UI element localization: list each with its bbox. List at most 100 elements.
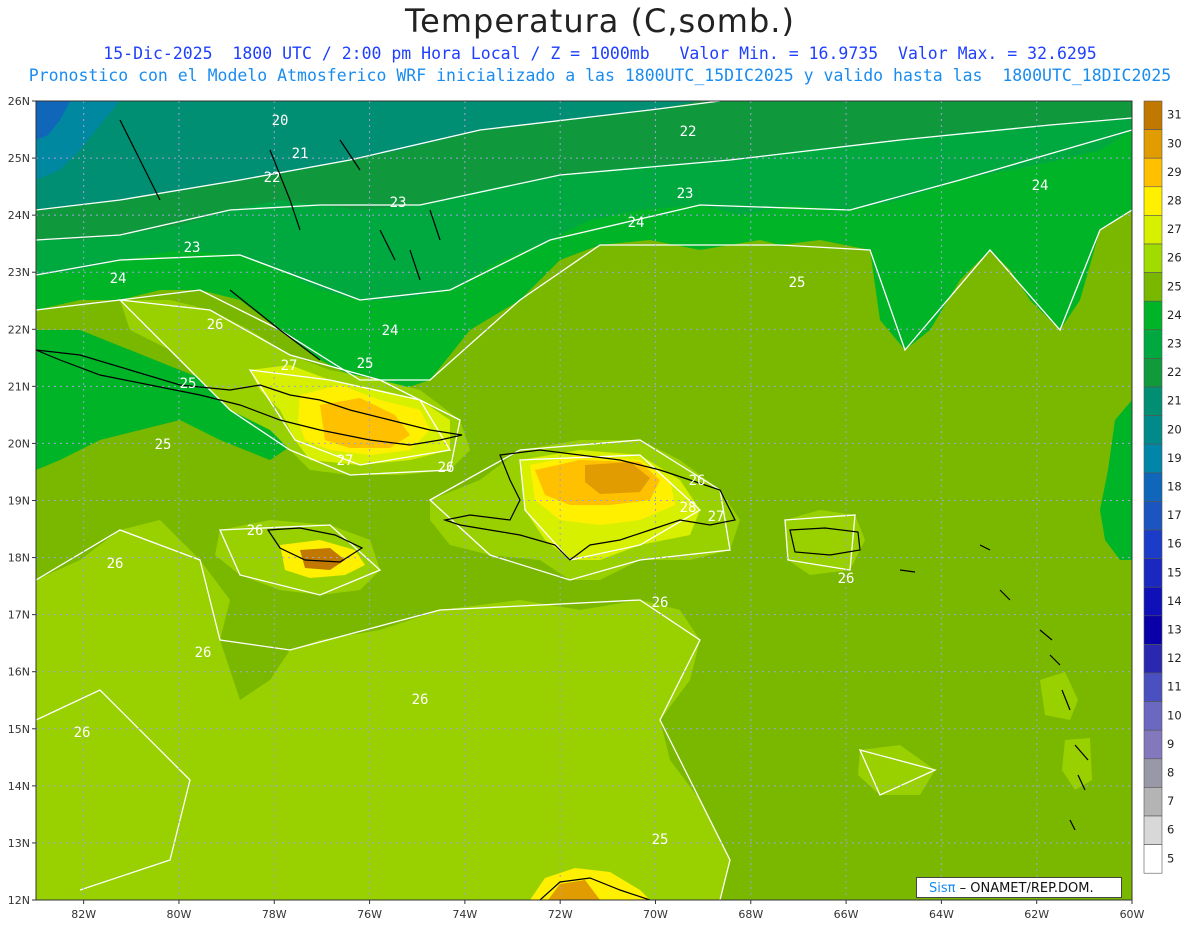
colorbar-swatch-5 (1143, 844, 1163, 874)
lat-label-25N: 25N (8, 152, 30, 165)
colorbar-label-13: 13 (1167, 623, 1182, 637)
colorbar-label-24: 24 (1167, 308, 1182, 322)
colorbar-swatch-14 (1143, 586, 1163, 617)
lat-label-12N: 12N (8, 894, 30, 907)
colorbar-swatch-9 (1143, 729, 1163, 760)
colorbar-swatch-21 (1143, 386, 1163, 416)
lat-label-21N: 21N (8, 380, 30, 393)
lon-label-60W: 60W (1120, 908, 1145, 921)
contour-label: 23 (390, 195, 407, 211)
colorbar-swatch-18 (1143, 472, 1163, 502)
latitude-axis: 26N 25N 24N 23N 22N 21N 20N 19N 18N 17N 16N 15N 14N 1… (8, 95, 36, 907)
lat-label-22N: 22N (8, 323, 30, 336)
contour-label: 25 (357, 356, 374, 372)
contour-label: 24 (382, 323, 399, 339)
contour-label: 25 (155, 437, 172, 453)
colorbar-label-30: 30 (1167, 136, 1182, 150)
contour-label: 27 (281, 358, 298, 374)
lon-label-70W: 70W (643, 908, 668, 921)
lon-label-72W: 72W (548, 908, 573, 921)
colorbar-label-16: 16 (1167, 537, 1182, 551)
lat-label-26N: 26N (8, 95, 30, 108)
colorbar-label-18: 18 (1167, 480, 1182, 494)
contour-label: 24 (1032, 178, 1049, 194)
contour-label: 23 (184, 240, 201, 256)
contour-label: 26 (207, 317, 224, 333)
longitude-axis: 82W 80W 78W 76W 74W 72W 70W 68W 66W 64W 62W 60W (71, 900, 1145, 921)
colorbar-label-31: 31 (1167, 108, 1182, 122)
contour-label: 25 (180, 376, 197, 392)
colorbar-label-28: 28 (1167, 194, 1182, 208)
lat-label-13N: 13N (8, 837, 30, 850)
colorbar-label-14: 14 (1167, 594, 1182, 608)
colorbar-swatch-11 (1143, 672, 1163, 702)
lat-label-18N: 18N (8, 552, 30, 565)
colorbar-swatch-13 (1143, 615, 1163, 645)
credit-logo: Sisπ – ONAMET/REP.DOM. (916, 877, 1122, 898)
colorbar-swatch-16 (1143, 529, 1163, 559)
credit-onamet: – ONAMET/REP.DOM. (959, 881, 1094, 896)
colorbar-swatch-30 (1143, 129, 1163, 159)
colorbar-label-27: 27 (1167, 222, 1182, 236)
contour-label: 21 (292, 146, 309, 162)
contour-label: 22 (680, 124, 697, 140)
temperature-map: 26N 25N 24N 23N 22N 21N 20N 19N 18N 17N 16N 15N 14N 1… (8, 95, 1182, 921)
lon-label-76W: 76W (357, 908, 382, 921)
contour-label: 24 (628, 215, 645, 231)
credit-sis: Sis (929, 881, 948, 896)
colorbar-swatch-27 (1143, 215, 1163, 245)
contour-label: 26 (107, 556, 124, 572)
colorbar-swatch-8 (1143, 758, 1163, 788)
lat-label-17N: 17N (8, 609, 30, 622)
contour-label: 26 (838, 571, 855, 587)
contour-label: 25 (789, 275, 806, 291)
colorbar-label-12: 12 (1167, 651, 1182, 665)
colorbar-swatch-29 (1143, 157, 1163, 188)
colorbar-label-6: 6 (1167, 823, 1174, 837)
colorbar-label-17: 17 (1167, 508, 1182, 522)
colorbar-swatch-7 (1143, 787, 1163, 817)
colorbar-label-7: 7 (1167, 794, 1174, 808)
lat-label-19N: 19N (8, 495, 30, 508)
colorbar-swatch-25 (1143, 272, 1163, 302)
colorbar-label-20: 20 (1167, 422, 1182, 436)
colorbar-swatch-19 (1143, 443, 1163, 474)
lat-label-23N: 23N (8, 266, 30, 279)
colorbar-swatch-23 (1143, 329, 1163, 359)
contour-label: 26 (438, 460, 455, 476)
contour-label: 27 (337, 453, 354, 469)
colorbar-label-29: 29 (1167, 165, 1182, 179)
colorbar-swatch-31 (1143, 100, 1163, 130)
colorbar-label-22: 22 (1167, 365, 1182, 379)
colorbar-swatch-10 (1143, 701, 1163, 731)
lat-label-24N: 24N (8, 209, 30, 222)
contour-label: 26 (195, 645, 212, 661)
colorbar-label-19: 19 (1167, 451, 1182, 465)
contour-label: 24 (110, 271, 127, 287)
colorbar-label-5: 5 (1167, 851, 1174, 865)
colorbar-label-8: 8 (1167, 766, 1174, 780)
lon-label-80W: 80W (167, 908, 192, 921)
contour-label: 26 (652, 595, 669, 611)
colorbar-label-15: 15 (1167, 565, 1182, 579)
colorbar-swatch-24 (1143, 300, 1163, 331)
colorbar-label-25: 25 (1167, 279, 1182, 293)
colorbar-swatch-28 (1143, 186, 1163, 216)
lon-label-62W: 62W (1024, 908, 1049, 921)
contour-label: 22 (264, 170, 281, 186)
colorbar-label-10: 10 (1167, 708, 1182, 722)
contour-label: 27 (708, 509, 725, 525)
lat-label-20N: 20N (8, 437, 30, 450)
contour-label: 28 (680, 500, 697, 516)
colorbar: 31 30 29 28 27 26 25 24 23 22 21 20 19 18 17 16 15 14 13 12… (1143, 100, 1182, 874)
contour-label: 26 (247, 523, 264, 539)
contour-label: 20 (272, 113, 289, 129)
lat-label-15N: 15N (8, 723, 30, 736)
colorbar-swatch-22 (1143, 358, 1163, 388)
colorbar-label-21: 21 (1167, 394, 1182, 408)
contour-label: 23 (677, 186, 694, 202)
lat-label-16N: 16N (8, 666, 30, 679)
colorbar-label-26: 26 (1167, 251, 1182, 265)
colorbar-swatch-17 (1143, 501, 1163, 531)
colorbar-swatch-26 (1143, 243, 1163, 273)
